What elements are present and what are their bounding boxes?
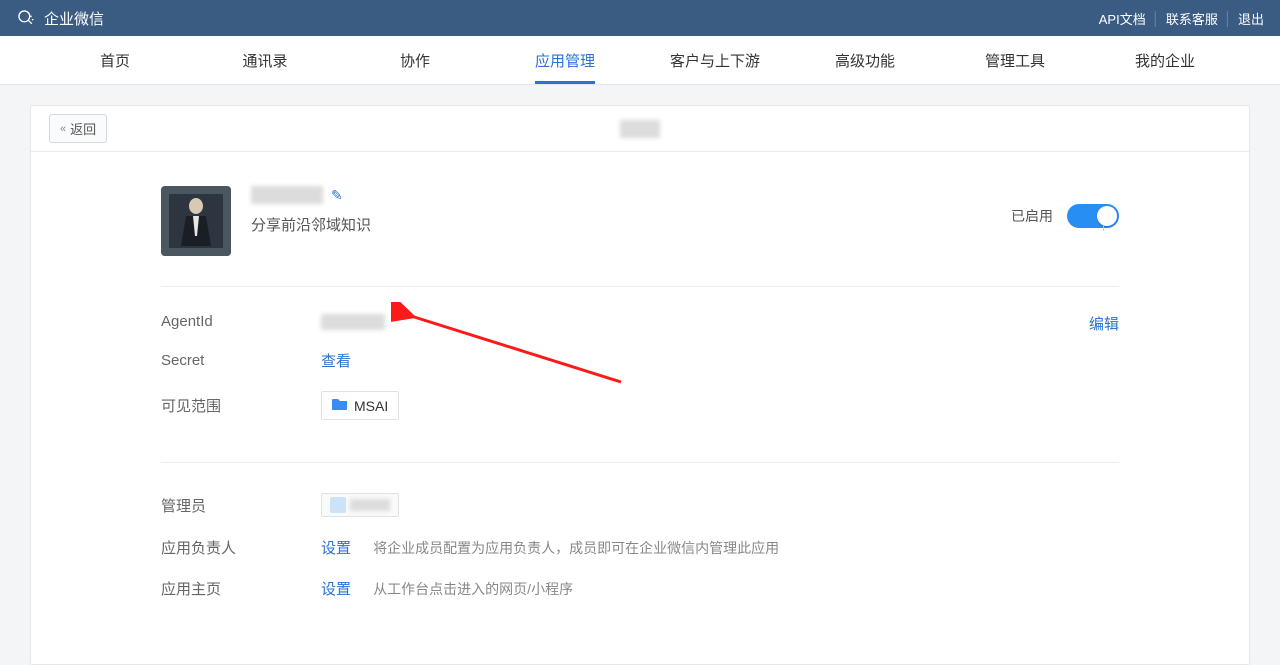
nav-advanced[interactable]: 高级功能 xyxy=(790,36,940,84)
brand: 企业微信 xyxy=(16,8,104,29)
owner-hint: 将企业成员配置为应用负责人，成员即可在企业微信内管理此应用 xyxy=(373,540,779,556)
header-links: API文档 │ 联系客服 │ 退出 xyxy=(1099,9,1264,28)
nav-apps[interactable]: 应用管理 xyxy=(490,36,640,84)
homepage-row: 应用主页 设置 从工作台点击进入的网页/小程序 xyxy=(161,578,1119,599)
scope-department-label: MSAI xyxy=(354,398,388,414)
homepage-set-link[interactable]: 设置 xyxy=(321,581,351,598)
app-mgmt-section: 管理员 应用负责人 设置 将企业成员配置为应用负责人，成员即可在企业微信内管理此… xyxy=(161,463,1119,621)
back-button[interactable]: « 返回 xyxy=(49,114,107,143)
nav-contacts[interactable]: 通讯录 xyxy=(190,36,340,84)
chevron-left-icon: « xyxy=(60,123,66,135)
edit-name-icon[interactable]: ✎ xyxy=(331,187,343,204)
api-docs-link[interactable]: API文档 xyxy=(1099,9,1146,28)
admin-chip[interactable] xyxy=(321,493,399,517)
app-logo-icon xyxy=(161,186,231,256)
main-nav: 首页 通讯录 协作 应用管理 客户与上下游 高级功能 管理工具 我的企业 xyxy=(0,36,1280,85)
back-label: 返回 xyxy=(70,119,96,138)
enabled-label: 已启用 xyxy=(1011,206,1053,226)
enable-toggle[interactable] xyxy=(1067,204,1119,228)
folder-icon xyxy=(332,397,348,414)
nav-my-enterprise[interactable]: 我的企业 xyxy=(1090,36,1240,84)
secret-view-link[interactable]: 查看 xyxy=(321,353,351,370)
admin-name-redacted xyxy=(350,499,390,511)
panel-header: « 返回 xyxy=(31,106,1249,152)
global-header: 企业微信 API文档 │ 联系客服 │ 退出 xyxy=(0,0,1280,36)
panel-content: ✎ 分享前沿邻域知识 已启用 编辑 AgentId Secret xyxy=(31,152,1249,661)
scope-row: 可见范围 MSAI xyxy=(161,391,1119,420)
enable-status: 已启用 xyxy=(1011,204,1119,228)
divider: │ xyxy=(1152,11,1160,26)
app-info-section: 编辑 AgentId Secret 查看 可见范围 xyxy=(161,287,1119,463)
app-summary: ✎ 分享前沿邻域知识 已启用 xyxy=(161,186,1119,287)
homepage-hint: 从工作台点击进入的网页/小程序 xyxy=(373,581,573,597)
avatar-icon xyxy=(330,497,346,513)
homepage-label: 应用主页 xyxy=(161,578,321,599)
logout-link[interactable]: 退出 xyxy=(1238,9,1264,28)
nav-collab[interactable]: 协作 xyxy=(340,36,490,84)
owner-label: 应用负责人 xyxy=(161,537,321,558)
app-meta: ✎ 分享前沿邻域知识 xyxy=(251,186,371,235)
app-title-redacted xyxy=(620,120,660,138)
agent-id-value xyxy=(321,313,385,330)
scope-label: 可见范围 xyxy=(161,395,321,416)
scope-department-chip[interactable]: MSAI xyxy=(321,391,399,420)
nav-home[interactable]: 首页 xyxy=(40,36,190,84)
app-description: 分享前沿邻域知识 xyxy=(251,214,371,235)
agent-id-redacted xyxy=(321,314,385,330)
admin-label: 管理员 xyxy=(161,495,321,516)
app-name-redacted xyxy=(251,186,323,204)
owner-set-link[interactable]: 设置 xyxy=(321,540,351,557)
nav-tools[interactable]: 管理工具 xyxy=(940,36,1090,84)
admin-row: 管理员 xyxy=(161,493,1119,517)
nav-customers[interactable]: 客户与上下游 xyxy=(640,36,790,84)
owner-row: 应用负责人 设置 将企业成员配置为应用负责人，成员即可在企业微信内管理此应用 xyxy=(161,537,1119,558)
brand-name: 企业微信 xyxy=(44,8,104,29)
agent-id-row: AgentId xyxy=(161,313,1119,330)
support-link[interactable]: 联系客服 xyxy=(1166,9,1218,28)
app-title-row: ✎ xyxy=(251,186,371,204)
agent-id-label: AgentId xyxy=(161,313,321,330)
divider: │ xyxy=(1224,11,1232,26)
app-detail-panel: « 返回 ✎ 分享前沿邻域知识 xyxy=(30,105,1250,665)
secret-row: Secret 查看 xyxy=(161,350,1119,371)
edit-info-link[interactable]: 编辑 xyxy=(1089,313,1119,334)
wecom-logo-icon xyxy=(16,8,36,28)
secret-label: Secret xyxy=(161,352,321,369)
